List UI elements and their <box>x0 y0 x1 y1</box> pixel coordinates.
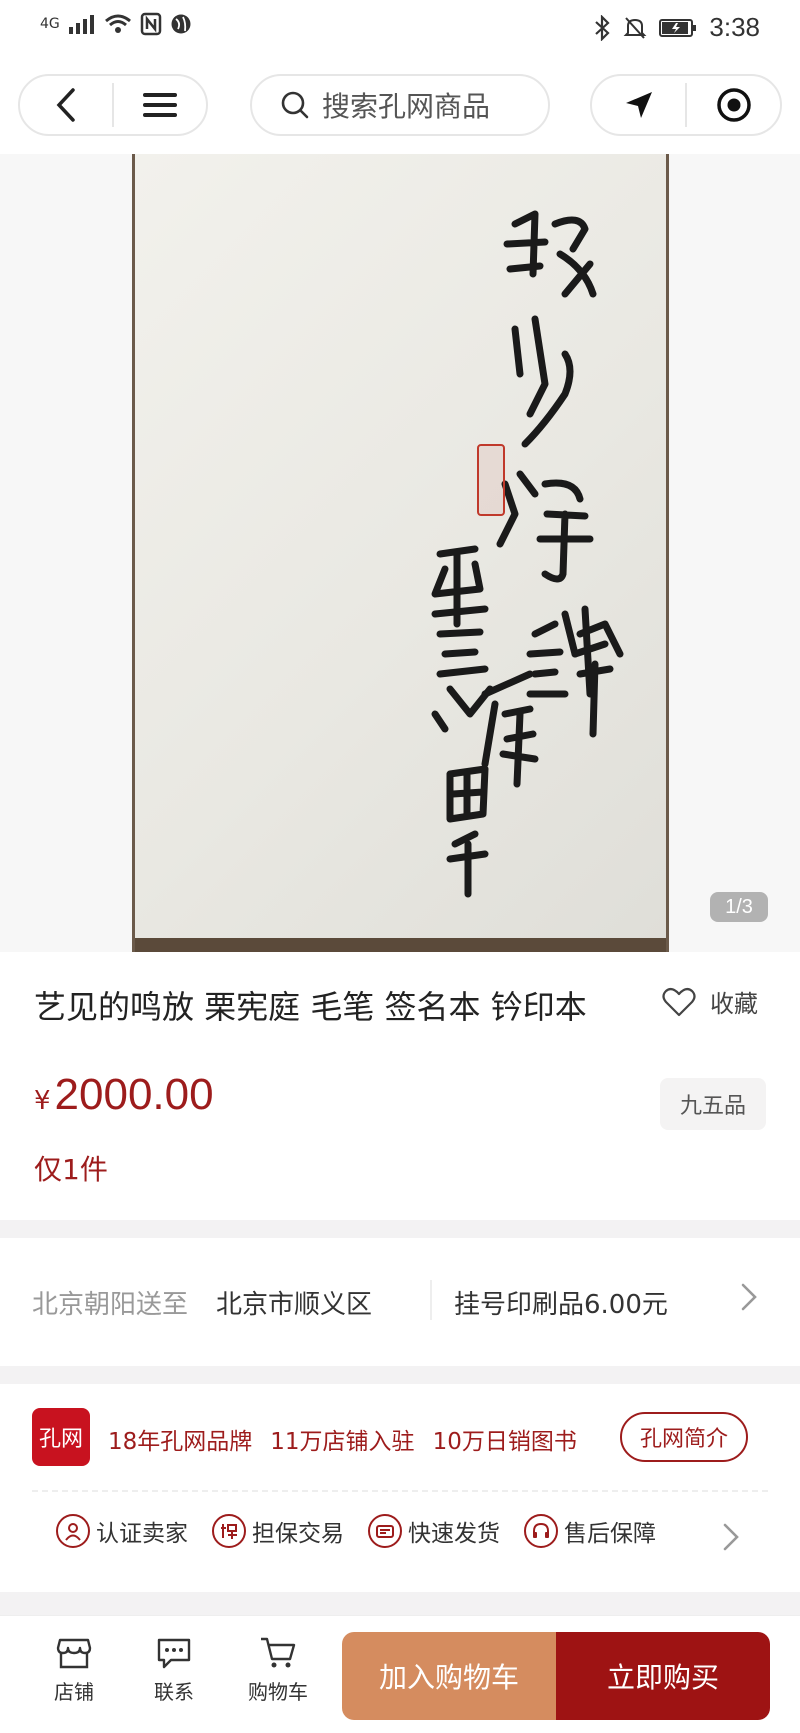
buy-now-button[interactable]: 立即购买 <box>556 1632 770 1720</box>
cart-icon <box>261 1637 296 1668</box>
brand-slogans: 18年孔网品牌 11万店铺入驻 10万日销图书 <box>108 1422 577 1456</box>
favorite-label: 收藏 <box>710 990 758 1018</box>
product-photo[interactable] <box>132 154 669 952</box>
add-to-cart-button[interactable]: 加入购物车 <box>342 1632 556 1720</box>
battery-icon <box>659 18 697 37</box>
red-seal-stamp <box>477 444 505 516</box>
tab-shop[interactable]: 店铺 <box>36 1636 112 1705</box>
heart-icon <box>662 987 696 1016</box>
favorite-button[interactable]: 收藏 <box>662 984 758 1019</box>
bottom-action-bar: 店铺 联系 购物车 加入购物车 立即购买 <box>0 1615 800 1733</box>
shop-icon <box>56 1638 92 1669</box>
location-button[interactable] <box>592 76 685 134</box>
condition-badge: 九五品 <box>660 1078 766 1130</box>
clock: 3:38 <box>709 12 760 42</box>
feature-label: 担保交易 <box>252 1521 344 1547</box>
stock-count: 仅1件 <box>34 1153 108 1186</box>
price: ¥ 2000.00 <box>34 1070 214 1120</box>
shipping-divider <box>430 1280 432 1320</box>
tab-contact[interactable]: 联系 <box>136 1636 212 1705</box>
slogan-item: 18年孔网品牌 <box>108 1429 253 1455</box>
chevron-left-icon <box>56 88 75 122</box>
headset-icon <box>524 1514 558 1548</box>
wifi-icon <box>104 14 131 33</box>
feature-label: 售后保障 <box>564 1521 656 1547</box>
photo-bottom-edge <box>135 938 666 952</box>
nav-right-group <box>590 74 782 136</box>
kongwang-logo: 孔网 <box>32 1408 90 1466</box>
feature-fast-delivery: 快速发货 <box>368 1514 500 1548</box>
tab-label: 店铺 <box>54 1680 94 1704</box>
brand-card: 孔网 18年孔网品牌 11万店铺入驻 10万日销图书 孔网简介 认证卖家 担保交… <box>0 1384 800 1592</box>
product-image-gallery[interactable]: 1/3 <box>0 154 800 952</box>
calligraphy-signature-image <box>431 210 624 898</box>
network-type: 4G <box>40 16 60 32</box>
guarantee-icon <box>212 1514 246 1548</box>
navigation-arrow-icon <box>625 92 652 118</box>
product-title: 艺见的鸣放 栗宪庭 毛笔 签名本 钤印本 <box>34 988 587 1026</box>
globe-icon <box>171 14 191 34</box>
status-bar: 4G 3:38 <box>0 0 800 56</box>
nfc-icon <box>140 12 162 36</box>
target-icon <box>716 88 751 122</box>
search-icon <box>281 91 309 119</box>
service-features[interactable]: 认证卖家 担保交易 快速发货 售后保障 <box>56 1514 656 1548</box>
tab-label: 联系 <box>154 1680 194 1704</box>
feature-label: 认证卖家 <box>96 1521 188 1547</box>
mute-bell-icon <box>623 16 647 39</box>
chevron-right-icon <box>741 1283 757 1311</box>
user-icon <box>56 1514 90 1548</box>
nav-left-group <box>18 74 208 136</box>
feature-verified-seller: 认证卖家 <box>56 1514 188 1548</box>
back-button[interactable] <box>20 76 112 134</box>
status-right: 3:38 <box>593 12 760 43</box>
chat-icon <box>157 1638 191 1669</box>
brand-intro-button[interactable]: 孔网简介 <box>620 1412 748 1462</box>
shipping-row[interactable]: 北京朝阳送至 北京市顺义区 挂号印刷品6.00元 <box>0 1238 800 1366</box>
tab-cart[interactable]: 购物车 <box>240 1636 316 1705</box>
search-placeholder: 搜索孔网商品 <box>322 90 491 123</box>
bluetooth-icon <box>595 14 610 41</box>
status-left: 4G <box>40 12 192 36</box>
slogan-item: 11万店铺入驻 <box>270 1429 415 1455</box>
ship-from-label: 北京朝阳送至 <box>32 1290 189 1320</box>
dashed-divider <box>32 1490 768 1492</box>
chevron-right-icon[interactable] <box>722 1522 740 1552</box>
feature-guaranteed-trade: 担保交易 <box>212 1514 344 1548</box>
hamburger-icon <box>143 93 177 117</box>
signal-icon <box>68 15 94 34</box>
product-info-card: 艺见的鸣放 栗宪庭 毛笔 签名本 钤印本 收藏 ¥ 2000.00 仅1件 九五… <box>0 952 800 1220</box>
currency-symbol: ¥ <box>34 1086 51 1116</box>
price-value: 2000.00 <box>54 1070 214 1119</box>
tab-label: 购物车 <box>248 1680 308 1704</box>
target-button[interactable] <box>687 76 780 134</box>
shipping-fee: 挂号印刷品6.00元 <box>454 1290 668 1320</box>
feature-label: 快速发货 <box>408 1521 500 1547</box>
image-page-indicator: 1/3 <box>710 892 768 922</box>
ship-destination: 北京市顺义区 <box>216 1290 373 1320</box>
menu-button[interactable] <box>114 76 206 134</box>
slogan-item: 10万日销图书 <box>432 1429 577 1455</box>
search-input[interactable]: 搜索孔网商品 <box>250 74 550 136</box>
feature-after-sales: 售后保障 <box>524 1514 656 1548</box>
top-nav-bar: 搜索孔网商品 <box>0 56 800 154</box>
delivery-icon <box>368 1514 402 1548</box>
